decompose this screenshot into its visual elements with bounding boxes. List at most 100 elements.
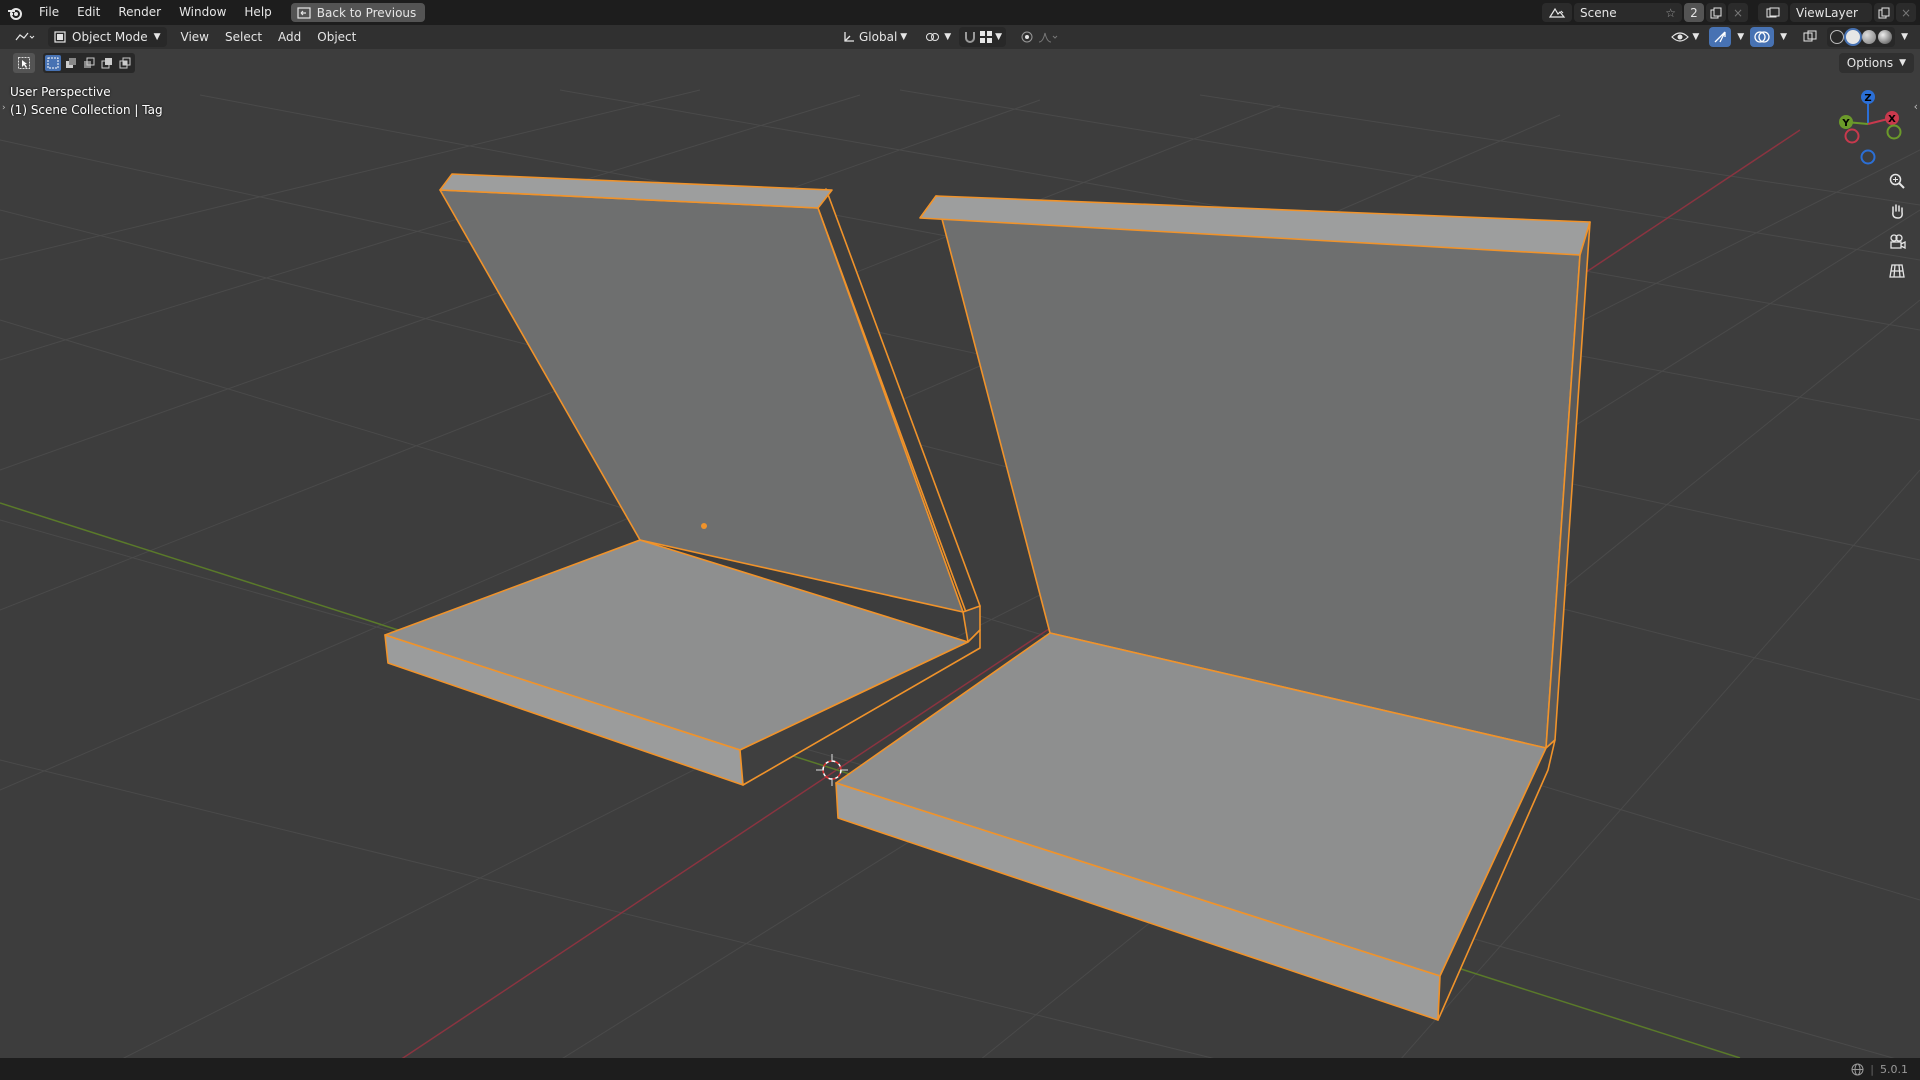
top-bar: File Edit Render Window Help Back to Pre… [0,0,1920,25]
delete-scene-button[interactable]: × [1728,3,1748,22]
transform-orientation-dropdown[interactable]: Global ▼ [838,27,911,47]
x-axis-line [401,129,1801,1058]
scene-name: Scene [1580,5,1617,20]
viewport-display-tools: ▼ ▼ ▼ ▼ [1667,27,1908,47]
editor-type-button[interactable] [6,27,44,47]
active-collection-label: (1) Scene Collection | Tag [10,103,163,117]
pivot-point-dropdown[interactable]: ▼ [921,27,955,47]
delete-view-layer-button[interactable]: × [1896,3,1916,22]
zoom-icon[interactable] [1884,168,1910,194]
menu-add[interactable]: Add [270,27,309,47]
proportional-editing-toggle[interactable] [1016,27,1063,47]
chevron-down-icon: ▼ [944,32,952,42]
chevron-down-icon[interactable]: ▼ [1780,32,1787,42]
selection-mode-group [43,53,135,73]
screen-back-icon [297,6,311,19]
y-axis-line [0,502,1741,1058]
xray-icon [1803,30,1817,42]
3d-cursor-icon[interactable] [816,754,848,786]
navigation-gizmo[interactable]: Z X Y [1830,86,1910,166]
blender-window: File Edit Render Window Help Back to Pre… [0,0,1920,1080]
blender-logo-icon[interactable] [0,0,30,25]
chevron-down-icon[interactable]: ▼ [1901,32,1908,42]
menu-select[interactable]: Select [217,27,270,47]
rendered-shading-icon[interactable] [1878,30,1893,44]
new-view-layer-button[interactable] [1874,3,1894,22]
new-scene-button[interactable] [1706,3,1726,22]
scene-icon [1548,7,1566,18]
xray-toggle[interactable] [1799,27,1821,47]
orientation-label: Global [859,30,898,44]
orientation-icon [844,32,854,42]
gizmo-y-label: Y [1841,118,1850,129]
overlays-toggle[interactable] [1750,27,1775,47]
invert-selection-icon[interactable] [99,55,115,71]
scene-controls: Scene ☆ 2 × ViewLayer × [1542,0,1920,25]
back-to-previous-button[interactable]: Back to Previous [290,3,426,22]
object-visibility-dropdown[interactable]: ▼ [1667,27,1703,47]
status-bar: | 5.0.1 [0,1058,1920,1080]
chevron-down-icon[interactable]: ▼ [1737,32,1744,42]
gizmo-z-label: Z [1864,93,1871,104]
view-layer-field[interactable]: ViewLayer [1790,3,1872,22]
falloff-curve-icon [1038,32,1058,43]
cursor-arrow-icon [18,57,30,69]
proportional-icon [1021,31,1033,43]
scene-browse-button[interactable] [1542,3,1572,22]
wireframe-shading-icon[interactable] [1830,30,1845,44]
eye-icon [1671,32,1690,42]
menu-file[interactable]: File [30,0,68,25]
magnet-icon [965,32,976,43]
menu-window[interactable]: Window [170,0,235,25]
extend-selection-icon[interactable] [63,55,79,71]
camera-view-icon[interactable] [1884,228,1910,254]
menu-view[interactable]: View [173,27,217,47]
set-new-selection-icon[interactable] [45,55,61,71]
right-bracket-object[interactable] [835,195,1591,1021]
collapse-arrow-icon[interactable]: › [2,103,6,113]
shading-mode-group [1827,27,1896,47]
version-label: 5.0.1 [1880,1062,1908,1076]
options-label: Options [1846,56,1894,70]
back-to-previous-label: Back to Previous [316,5,417,20]
chevron-down-icon: ▼ [1692,32,1700,42]
menu-edit[interactable]: Edit [68,0,109,25]
left-bracket-object[interactable] [384,173,981,786]
intersect-selection-icon[interactable] [117,55,133,71]
duplicate-icon [1710,7,1722,18]
select-tool-button[interactable] [13,53,35,73]
material-shading-icon[interactable] [1862,30,1877,44]
view-perspective-label: User Perspective [10,85,111,99]
object-mode-icon [54,31,66,43]
chevron-down-icon: ▼ [900,32,908,42]
menu-render[interactable]: Render [109,0,170,25]
gizmo-x-label: X [1888,114,1896,125]
pivot-icon [926,33,940,41]
ortho-grid-icon[interactable] [1884,258,1910,284]
pin-icon[interactable]: ☆ [1665,6,1676,20]
tool-settings-row: Options ▼ [0,49,1920,77]
scene-name-field[interactable]: Scene ☆ [1574,3,1682,22]
left-object-origin [701,523,707,529]
viewport-canvas[interactable] [0,0,1920,1080]
options-dropdown[interactable]: Options ▼ [1838,53,1914,73]
3d-viewport-icon [15,32,35,41]
overlays-icon [1754,31,1770,43]
gizmo-toggle[interactable] [1709,27,1732,47]
chevron-down-icon: ▼ [1899,58,1906,68]
mode-dropdown[interactable]: Object Mode ▼ [48,27,167,47]
pan-hand-icon[interactable] [1884,198,1910,224]
scene-users-count[interactable]: 2 [1684,3,1704,22]
version-info: | 5.0.1 [1851,1063,1908,1076]
solid-shading-icon[interactable] [1846,30,1861,44]
view-layer-browse-button[interactable] [1758,3,1788,22]
menu-object[interactable]: Object [309,27,364,47]
subtract-selection-icon[interactable] [81,55,97,71]
gizmo-icon [1714,31,1726,43]
snap-toggle[interactable]: ▼ [959,27,1007,47]
viewport-header: Object Mode ▼ View Select Add Object Glo… [0,25,1920,49]
view-layer-icon [1766,7,1780,17]
transform-tools: Global ▼ ▼ ▼ [838,27,1063,47]
sidebar-toggle-icon[interactable]: ‹ [1914,100,1918,113]
menu-help[interactable]: Help [235,0,280,25]
